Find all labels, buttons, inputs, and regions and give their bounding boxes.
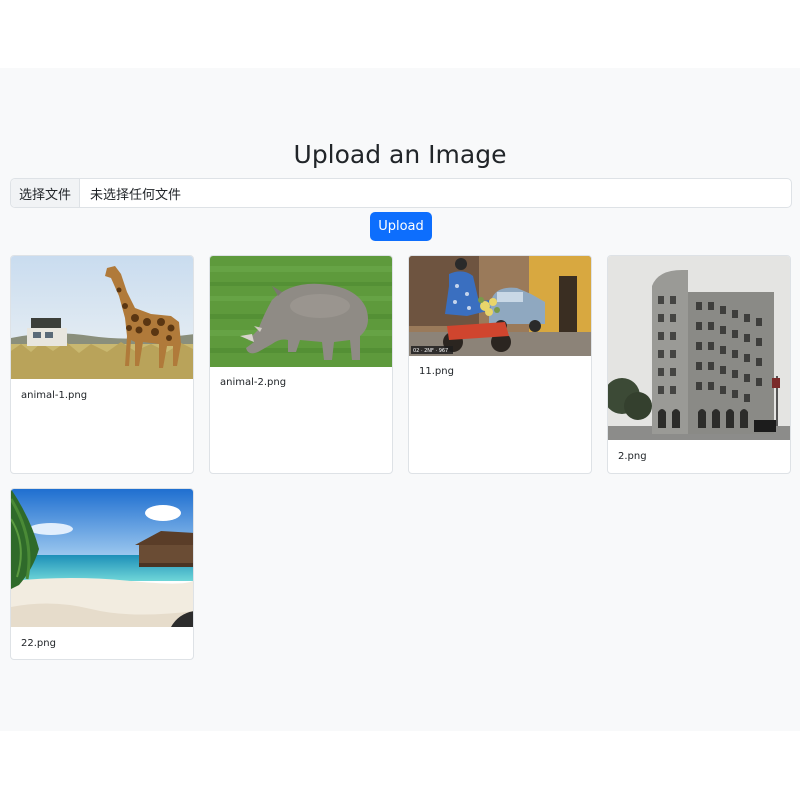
image-thumbnail-beach xyxy=(11,489,193,627)
image-filename: animal-2.png xyxy=(220,377,287,388)
image-thumbnail-giraffe xyxy=(11,256,193,379)
thumbnail-watermark: 02 · 2NF · 967 xyxy=(413,348,448,354)
page-title: Upload an Image xyxy=(293,140,507,169)
page-container: Upload an Image 选择文件 未选择任何文件 Upload anim… xyxy=(0,68,800,731)
image-filename: 2.png xyxy=(618,451,647,462)
upload-button[interactable]: Upload xyxy=(370,212,432,241)
image-card[interactable]: 02 · 2NF · 967 11.png xyxy=(408,255,592,474)
file-status-text: 未选择任何文件 xyxy=(90,187,182,203)
image-card[interactable]: 2.png xyxy=(607,255,791,474)
image-thumbnail-building xyxy=(608,256,790,440)
file-input[interactable]: 选择文件 未选择任何文件 xyxy=(10,178,792,208)
choose-file-button[interactable]: 选择文件 xyxy=(11,179,80,207)
image-filename: 11.png xyxy=(419,366,454,377)
image-filename: animal-1.png xyxy=(21,390,88,401)
image-filename: 22.png xyxy=(21,638,56,649)
image-card[interactable]: animal-2.png xyxy=(209,255,393,474)
image-thumbnail-rhino xyxy=(210,256,392,367)
image-card[interactable]: 22.png xyxy=(10,488,194,660)
image-thumbnail-scooter: 02 · 2NF · 967 xyxy=(409,256,591,356)
image-card[interactable]: animal-1.png xyxy=(10,255,194,474)
